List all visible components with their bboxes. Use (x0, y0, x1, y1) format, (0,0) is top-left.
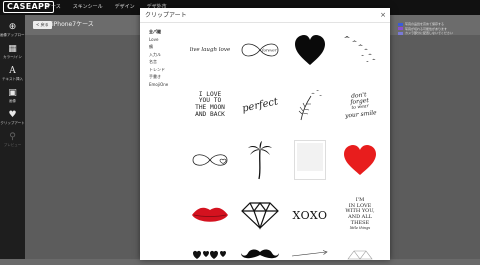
clipart-red-heart[interactable] (338, 136, 382, 184)
clipart-arrow[interactable] (288, 244, 332, 260)
clipart-infinity-heart[interactable] (188, 136, 232, 184)
infinity-heart-icon (192, 154, 228, 166)
mustache-icon (241, 249, 279, 259)
arrow-icon (291, 250, 328, 257)
clipart-diamond[interactable] (238, 191, 282, 239)
clipart-modal: クリップアート × 全パ継 Love 鶴 入力ル 名言 トレンド 手書き Emo… (140, 8, 390, 260)
polaroid-photo-area (297, 143, 323, 171)
clipart-small-hearts[interactable] (188, 244, 232, 260)
clipart-perfect[interactable]: perfect (238, 81, 282, 129)
search-icon: ⚲ (9, 132, 16, 142)
clipart-text-block: don't forget to wear your smile (343, 91, 377, 119)
guide-color-swatch (398, 31, 403, 35)
clipart-text: forever (261, 48, 278, 53)
category-item-quotes[interactable]: 名言 (149, 58, 187, 66)
modal-header: クリップアート × (140, 8, 390, 23)
clipart-line: AND BACK (195, 110, 225, 118)
tool-label: 画像アップロード (0, 33, 28, 37)
heart-icon (295, 35, 325, 65)
clipart-text: perfect (241, 95, 279, 115)
tool-label: プレビュー (3, 143, 22, 147)
tool-text[interactable]: A テキスト挿入 (0, 64, 25, 86)
clipart-black-heart[interactable] (288, 26, 332, 74)
upload-icon: ⊕ (8, 22, 17, 32)
category-item-trend[interactable]: トレンド (149, 66, 187, 74)
clipart-live-laugh-love[interactable]: live laugh love (188, 26, 232, 74)
clipart-text: live laugh love (189, 47, 231, 53)
clipart-dont-forget-smile[interactable]: don't forget to wear your smile (338, 81, 382, 129)
image-icon: ▣ (8, 88, 17, 98)
category-item-handwritten[interactable]: 手書き (149, 73, 187, 81)
guide-row: カメラ部分に配置しないでください (398, 31, 478, 36)
clipart-i-love-you[interactable]: I LOVE YOU TO THE MOON AND BACK (188, 81, 232, 129)
tool-image[interactable]: ▣ 画像 (0, 86, 25, 108)
modal-title: クリップアート (145, 12, 187, 19)
back-button[interactable]: < 戻る (33, 21, 52, 29)
tool-color[interactable]: ▦ カラー/イン (0, 42, 25, 64)
clipart-diamond-outline[interactable] (338, 244, 382, 260)
feather-icon (298, 90, 323, 121)
print-guide-panel: 写真の品質を高めて保存する 写真が切れる可能性があります カメラ部分に配置しない… (398, 22, 478, 36)
clipart-palm-tree[interactable] (238, 136, 282, 184)
category-item-emojione[interactable]: EmojiOne (149, 81, 187, 89)
tool-preview[interactable]: ⚲ プレビュー (0, 130, 25, 152)
polaroid-frame-icon (294, 140, 326, 180)
guide-color-swatch (398, 27, 403, 31)
category-item-love[interactable]: Love (149, 36, 187, 44)
page-title: iPhone7ケース (52, 21, 94, 28)
lips-icon (192, 207, 228, 222)
category-item-all[interactable]: 全パ継 (149, 28, 187, 36)
heart-icon: ♥ (8, 110, 17, 120)
palette-icon: ▦ (8, 44, 17, 54)
close-icon[interactable]: × (380, 10, 386, 20)
clipart-im-in-love[interactable]: I'M IN LOVE WITH YOU, AND ALL THESE litt… (338, 191, 382, 239)
infinity-icon: forever (241, 43, 279, 57)
clipart-red-lips[interactable] (188, 191, 232, 239)
tool-label: カラー/イン (3, 55, 22, 59)
clipart-line: little things (349, 226, 371, 231)
category-list: 全パ継 Love 鶴 入力ル 名言 トレンド 手書き EmojiOne (149, 28, 187, 88)
diamond-outline-icon (347, 250, 373, 260)
nav-item-skin-seal[interactable]: スキンシール (73, 0, 103, 15)
nav-item-cases[interactable]: ケース (46, 0, 61, 15)
tool-label: テキスト挿入 (2, 77, 23, 81)
tool-sidebar: ⊕ 画像アップロード ▦ カラー/イン A テキスト挿入 ▣ 画像 ♥ クリップ… (0, 15, 28, 265)
birds-icon (344, 36, 376, 62)
clipart-feather-birds[interactable] (288, 81, 332, 129)
palm-tree-icon (248, 141, 272, 180)
red-heart-icon (344, 145, 376, 175)
guide-text: 写真の品質を高めて保存する (405, 22, 445, 27)
nav-item-design[interactable]: デザイン (115, 0, 135, 15)
clipart-mustache[interactable] (238, 244, 282, 260)
clipart-xoxo[interactable]: XOXO (288, 191, 332, 239)
category-item-bird[interactable]: 鶴 (149, 43, 187, 51)
clipart-polaroid-frame[interactable] (288, 136, 332, 184)
text-icon: A (9, 66, 16, 76)
clipart-text: XOXO (292, 208, 328, 222)
tool-image-upload[interactable]: ⊕ 画像アップロード (0, 20, 28, 42)
category-item-input[interactable]: 入力ル (149, 51, 187, 59)
tool-label: クリップアート (0, 121, 25, 125)
clipart-text-block: I'M IN LOVE WITH YOU, AND ALL THESE litt… (345, 198, 374, 232)
clipart-birds-flying[interactable] (338, 26, 382, 74)
tool-clipart[interactable]: ♥ クリップアート (0, 108, 25, 130)
clipart-forever-infinity[interactable]: forever (238, 26, 282, 74)
diamond-icon (241, 202, 279, 230)
tool-label: 画像 (9, 99, 16, 103)
guide-text: カメラ部分に配置しないでください (405, 31, 453, 36)
guide-color-swatch (398, 22, 403, 26)
clipart-text-block: I LOVE YOU TO THE MOON AND BACK (195, 91, 225, 118)
small-hearts-icon (193, 250, 226, 259)
